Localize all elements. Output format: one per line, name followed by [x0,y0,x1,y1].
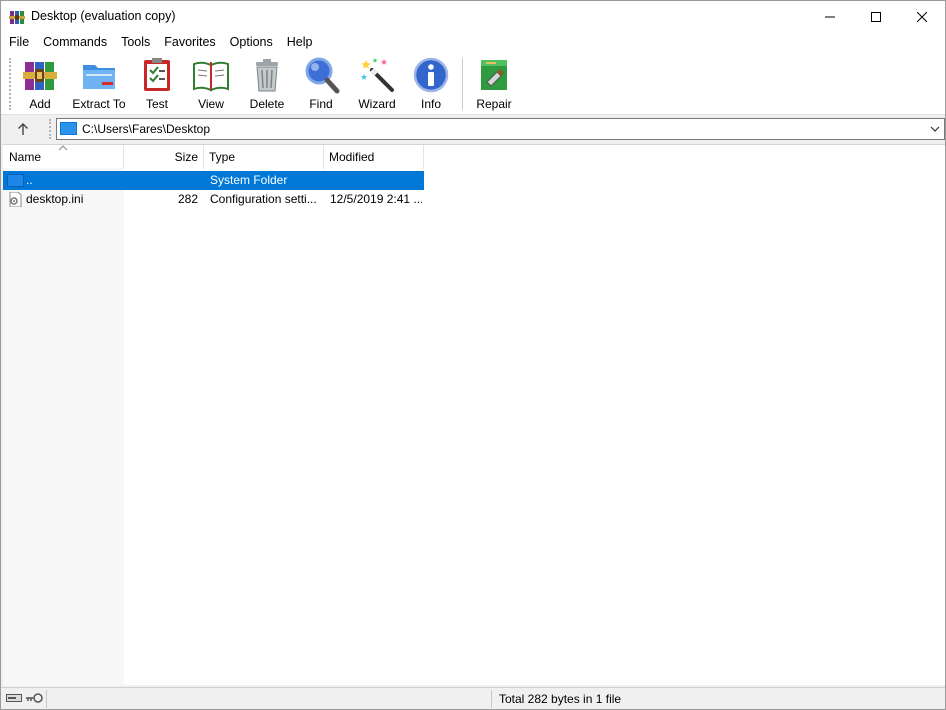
desktop-folder-icon [60,122,77,135]
up-folder-button[interactable] [13,120,33,138]
column-header-name[interactable]: Name [3,145,124,169]
column-header-modified[interactable]: Modified [324,145,424,169]
winrar-app-icon [9,11,25,24]
title-bar[interactable]: Desktop (evaluation copy) [1,1,945,32]
minimize-icon [825,16,835,17]
add-button[interactable]: Add [21,56,59,112]
info-button[interactable]: Info [412,56,450,112]
address-combobox[interactable]: C:\Users\Fares\Desktop [56,118,945,140]
repair-icon [481,60,507,90]
view-book-icon [193,61,229,92]
extract-to-button[interactable]: Extract To [71,56,127,112]
menu-help[interactable]: Help [280,32,320,52]
test-label: Test [145,97,168,111]
extract-folder-icon [83,65,115,89]
maximize-icon [871,11,881,22]
view-button[interactable]: View [190,56,232,112]
chevron-down-icon[interactable] [928,122,942,136]
toolbar: Add Extract To Test View Delete Find Wiz… [1,52,945,115]
column-header-type-label: Type [209,150,236,164]
address-row: C:\Users\Fares\Desktop [1,115,945,143]
key-icon[interactable] [25,692,43,704]
file-type: Configuration setti... [210,192,317,206]
info-icon [413,57,449,93]
repair-button[interactable]: Repair [475,56,513,112]
menu-favorites[interactable]: Favorites [157,32,222,52]
find-label: Find [309,97,333,111]
file-name: desktop.ini [26,192,84,206]
file-name: .. [26,173,33,187]
sort-ascending-icon [58,145,68,151]
name-column-shading [3,168,124,686]
add-archive-icon [23,62,57,90]
minimize-button[interactable] [807,1,853,32]
column-header-modified-label: Modified [329,150,375,164]
file-modified: 12/5/2019 2:41 ... [330,192,422,206]
test-clipboard-icon [144,58,170,91]
file-size: 282 [177,192,198,206]
status-bar: Total 282 bytes in 1 file [1,687,945,709]
window-title: Desktop (evaluation copy) [31,9,176,23]
table-row-parent-folder[interactable]: .. System Folder [3,171,424,190]
menu-commands[interactable]: Commands [36,32,114,52]
menu-bar: File Commands Tools Favorites Options He… [1,32,945,52]
menu-file[interactable]: File [2,32,36,52]
wizard-button[interactable]: Wizard [357,56,397,112]
wizard-label: Wizard [358,97,396,111]
toolbar-separator [462,58,463,110]
file-list[interactable]: Name Size Type Modified .. System Folder [3,144,945,686]
find-button[interactable]: Find [302,56,340,112]
delete-button[interactable]: Delete [248,56,286,112]
app-window: Desktop (evaluation copy) File Commands … [0,0,946,710]
delete-label: Delete [249,97,285,111]
list-header: Name Size Type Modified [3,145,945,169]
magnifier-icon [305,57,340,94]
file-size [124,171,198,190]
status-separator [491,690,492,708]
maximize-button[interactable] [853,1,899,32]
column-header-name-label: Name [9,150,42,164]
table-row-desktop-ini[interactable]: desktop.ini 282 Configuration setti... 1… [3,190,424,209]
repair-label: Repair [476,97,512,111]
status-separator [46,690,47,708]
menu-options[interactable]: Options [223,32,280,52]
magic-wand-icon [361,58,394,92]
add-label: Add [29,97,51,111]
status-text: Total 282 bytes in 1 file [499,692,622,706]
file-type: System Folder [210,173,288,187]
trash-icon [256,59,278,92]
folder-up-icon [7,174,24,187]
drive-icon[interactable] [6,693,22,703]
settings-file-icon [9,192,22,207]
close-button[interactable] [899,1,945,32]
info-label: Info [420,97,441,111]
column-header-size[interactable]: Size [124,145,204,169]
column-header-size-label: Size [174,150,198,164]
menu-tools[interactable]: Tools [114,32,157,52]
close-icon [917,11,927,22]
test-button[interactable]: Test [138,56,176,112]
address-grip[interactable] [49,119,51,139]
arrow-up-icon [18,123,28,135]
column-header-type[interactable]: Type [204,145,324,169]
toolbar-grip[interactable] [9,58,12,110]
view-label: View [198,97,224,111]
extract-to-label: Extract To [72,97,126,111]
address-path: C:\Users\Fares\Desktop [82,122,211,136]
file-modified [330,171,422,190]
